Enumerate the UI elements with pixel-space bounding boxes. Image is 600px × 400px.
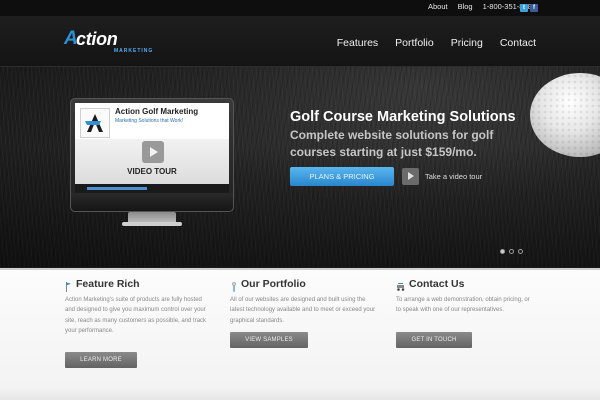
monitor-title: Action Golf Marketing	[115, 107, 199, 116]
golf-tee-icon	[230, 279, 238, 292]
slide-dot-2[interactable]	[509, 249, 514, 254]
slide-dot-1[interactable]	[500, 249, 505, 254]
contact-title: Contact Us	[409, 278, 465, 290]
monitor-screen: Action Golf Marketing Marketing Solution…	[75, 103, 229, 193]
nav-item-pricing[interactable]: Pricing	[451, 37, 483, 49]
portfolio-column: Our Portfolio All of our websites are de…	[230, 278, 380, 326]
portfolio-text: All of our websites are designed and bui…	[230, 297, 376, 324]
page: About Blog 1-800-351-8280 t f A ction MA…	[0, 0, 600, 400]
site-header: A ction MARKETING Features Portfolio Pri…	[0, 16, 600, 67]
monitor-subtitle: Marketing Solutions that Work!	[115, 118, 183, 124]
slide-dot-3[interactable]	[518, 249, 523, 254]
golf-flag-icon	[65, 279, 73, 292]
feature-rich-text: Action Marketing's suite of products are…	[65, 297, 207, 334]
hero-banner: Action Golf Marketing Marketing Solution…	[0, 67, 600, 267]
golf-cart-icon	[396, 279, 406, 291]
facebook-icon[interactable]: f	[530, 4, 538, 12]
video-player[interactable]: VIDEO TOUR	[75, 139, 229, 184]
bottom-shadow	[0, 388, 600, 400]
contact-column: Contact Us To arrange a web demonstratio…	[396, 278, 546, 316]
video-play-icon[interactable]	[142, 141, 164, 163]
play-icon	[402, 168, 419, 185]
features-section: Feature Rich Action Marketing's suite of…	[0, 270, 600, 400]
top-utility-bar: About Blog 1-800-351-8280 t f	[0, 0, 600, 16]
contact-heading: Contact Us	[396, 278, 546, 291]
nav-item-features[interactable]: Features	[337, 37, 378, 49]
video-tour-link[interactable]: Take a video tour	[402, 167, 482, 186]
feature-rich-column: Feature Rich Action Marketing's suite of…	[65, 278, 215, 336]
main-nav: Features Portfolio Pricing Contact	[337, 37, 536, 49]
social-links: t f	[520, 4, 538, 12]
action-logo-icon	[80, 108, 110, 138]
monitor-base	[122, 222, 182, 226]
video-progress	[87, 187, 147, 190]
monitor-bezel	[71, 193, 233, 211]
monitor-image: Action Golf Marketing Marketing Solution…	[70, 98, 234, 212]
site-logo[interactable]: A ction MARKETING	[64, 27, 152, 59]
twitter-icon[interactable]: t	[520, 4, 528, 12]
logo-subtitle: MARKETING	[114, 48, 154, 54]
nav-item-contact[interactable]: Contact	[500, 37, 536, 49]
video-tour-text: Take a video tour	[425, 172, 483, 181]
hero-title: Golf Course Marketing Solutions	[290, 109, 516, 125]
get-in-touch-button[interactable]: GET IN TOUCH	[396, 332, 472, 348]
plans-pricing-button[interactable]: PLANS & PRICING	[290, 167, 394, 186]
contact-text: To arrange a web demonstration, obtain p…	[396, 297, 530, 314]
hero-subtitle: Complete website solutions for golf cour…	[290, 128, 494, 159]
blog-link[interactable]: Blog	[458, 2, 473, 11]
feature-rich-heading: Feature Rich	[65, 278, 215, 292]
about-link[interactable]: About	[428, 2, 448, 11]
nav-item-portfolio[interactable]: Portfolio	[395, 37, 434, 49]
video-controls[interactable]	[75, 184, 229, 193]
slide-dots	[500, 249, 523, 254]
view-samples-button[interactable]: VIEW SAMPLES	[230, 332, 308, 348]
logo-word: ction	[76, 29, 118, 49]
feature-rich-title: Feature Rich	[76, 278, 140, 290]
learn-more-button[interactable]: LEARN MORE	[65, 352, 137, 368]
portfolio-heading: Our Portfolio	[230, 278, 380, 292]
portfolio-title: Our Portfolio	[241, 278, 306, 290]
video-tour-label: VIDEO TOUR	[127, 167, 177, 176]
